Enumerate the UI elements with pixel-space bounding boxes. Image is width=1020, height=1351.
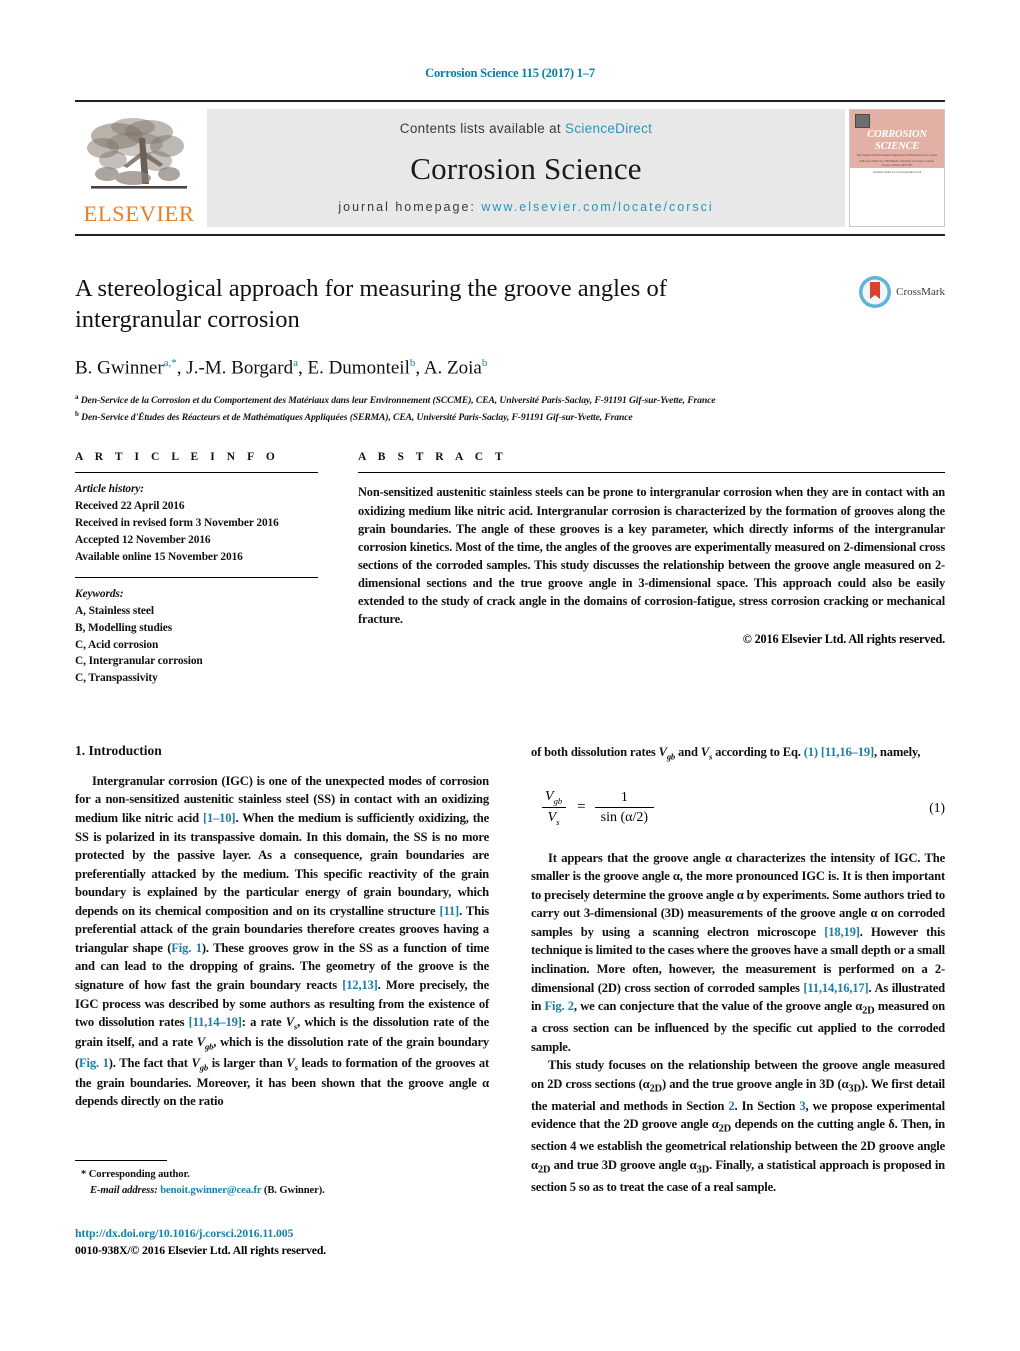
article-history-block: Article history: Received 22 April 2016 … <box>75 481 318 565</box>
cover-chip-icon <box>855 114 870 128</box>
abstract-heading: A B S T R A C T <box>358 451 508 464</box>
journal-cover-thumbnail: CORROSION SCIENCE The Journal on Environ… <box>849 109 945 227</box>
affiliation-b-text: Den-Service d'Études des Réacteurs et de… <box>81 411 633 423</box>
affiliation-a-marker: a <box>75 392 79 401</box>
contents-available-line: Contents lists available at ScienceDirec… <box>400 121 652 136</box>
doi-link[interactable]: http://dx.doi.org/10.1016/j.corsci.2016.… <box>75 1225 505 1242</box>
journal-title: Corrosion Science <box>410 150 642 186</box>
banner-center: Contents lists available at ScienceDirec… <box>207 109 845 227</box>
issn-copyright-line: 0010-938X/© 2016 Elsevier Ltd. All right… <box>75 1242 327 1257</box>
equation-rhs-numerator: 1 <box>620 789 628 805</box>
cover-blurb: The Journal on Environmental Degradation… <box>856 154 938 158</box>
keywords-rule <box>75 577 318 579</box>
author-list: B. Gwinnera,*, J.-M. Borgarda, E. Dumont… <box>75 356 488 379</box>
abstract-column: A B S T R A C T Non-sensitized austeniti… <box>358 451 945 686</box>
keyword-item: C, Acid corrosion <box>75 638 159 651</box>
corresponding-author-line: * Corresponding author. <box>81 1169 190 1180</box>
email-label: E-mail address: <box>90 1184 158 1196</box>
email-link[interactable]: benoit.gwinner@cea.fr <box>160 1185 261 1196</box>
section-heading-introduction: 1. Introduction <box>75 742 162 758</box>
article-info-column: A R T I C L E I N F O Article history: R… <box>75 451 318 686</box>
equation-1-number: (1) <box>929 799 945 815</box>
abstract-copyright: © 2016 Elsevier Ltd. All rights reserved… <box>742 632 945 647</box>
article-info-rule <box>75 472 318 474</box>
history-item: Available online 15 November 2016 <box>75 550 243 563</box>
cover-title-line1: CORROSION <box>867 129 927 140</box>
doi-block: http://dx.doi.org/10.1016/j.corsci.2016.… <box>75 1225 505 1259</box>
contents-prefix: Contents lists available at <box>399 121 561 136</box>
crossmark-label: CrossMark <box>896 286 945 298</box>
cover-editors: Editors-in-Chief: R.C. NEWMAN, Universit… <box>859 160 935 168</box>
intro-paragraph-2: It appears that the groove angle α chara… <box>531 850 945 1054</box>
journal-banner: ELSEVIER Contents lists available at Sci… <box>75 100 945 236</box>
affiliations: a Den-Service de la Corrosion et du Comp… <box>75 393 945 425</box>
corresponding-author-footnote: * Corresponding author. E-mail address: … <box>75 1160 489 1199</box>
intro-paragraph-1: Intergranular corrosion (IGC) is one of … <box>75 773 489 1109</box>
history-item: Accepted 12 November 2016 <box>75 533 211 546</box>
body-columns: 1. Introduction Intergranular corrosion … <box>75 743 945 1197</box>
equation-lhs-fraction: Vgb Vs <box>539 789 568 827</box>
keyword-item: C, Intergranular corrosion <box>75 655 203 668</box>
affiliation-a-text: Den-Service de la Corrosion et du Compor… <box>80 395 716 407</box>
paper-page: Corrosion Science 115 (2017) 1–7 ELSEVIE… <box>0 0 1020 1351</box>
running-head: Corrosion Science 115 (2017) 1–7 <box>425 66 595 80</box>
banner-bottom-rule <box>75 234 945 236</box>
equation-lhs-numerator: Vgb <box>545 789 563 806</box>
intro-paragraph-1-continued: of both dissolution rates Vgb and Vs acc… <box>531 744 921 762</box>
equation-equals-sign: = <box>577 799 586 816</box>
page-title: A stereological approach for measuring t… <box>75 275 667 334</box>
body-left-column: 1. Introduction Intergranular corrosion … <box>75 743 489 1197</box>
cover-title-line2: SCIENCE <box>874 141 920 153</box>
body-right-column: of both dissolution rates Vgb and Vs acc… <box>531 743 945 1197</box>
affiliation-a: a Den-Service de la Corrosion et du Comp… <box>75 393 945 408</box>
journal-homepage-line: journal homepage: www.elsevier.com/locat… <box>338 200 713 214</box>
email-suffix: (B. Gwinner). <box>263 1184 325 1196</box>
intro-paragraph-3: This study focuses on the relationship b… <box>531 1058 945 1194</box>
keywords-block: Keywords: A, Stainless steel B, Modellin… <box>75 586 318 687</box>
crossmark-badge[interactable]: CrossMark <box>858 275 945 309</box>
footnote-rule <box>75 1160 167 1161</box>
affiliation-b: b Den-Service d'Études des Réacteurs et … <box>75 410 945 425</box>
keyword-item: C, Transpassivity <box>75 672 158 685</box>
equation-lhs-denominator: Vs <box>541 806 566 827</box>
info-abstract-row: A R T I C L E I N F O Article history: R… <box>75 451 945 686</box>
article-info-heading: A R T I C L E I N F O <box>75 451 280 464</box>
elsevier-wordmark: ELSEVIER <box>83 200 195 226</box>
equation-rhs-fraction: 1 sin (α/2) <box>594 789 655 826</box>
abstract-text: Non-sensitized austenitic stainless stee… <box>358 485 945 627</box>
article-history-label: Article history: <box>75 483 144 496</box>
elsevier-logo: ELSEVIER <box>75 109 203 227</box>
equation-rhs-denominator: sin (α/2) <box>594 806 655 826</box>
history-item: Received in revised form 3 November 2016 <box>75 516 279 529</box>
homepage-prefix: journal homepage: <box>338 200 476 214</box>
keyword-item: B, Modelling studies <box>75 621 173 634</box>
keywords-label: Keywords: <box>75 588 124 601</box>
cover-footer: Available online at www.sciencedirect.co… <box>872 170 922 174</box>
elsevier-tree-icon <box>87 117 187 189</box>
affiliation-b-marker: b <box>75 409 79 418</box>
email-line: E-mail address: benoit.gwinner@cea.fr (B… <box>75 1183 489 1199</box>
history-item: Received 22 April 2016 <box>75 500 185 513</box>
abstract-rule <box>358 472 945 474</box>
keyword-item: A, Stainless steel <box>75 605 154 618</box>
sciencedirect-link[interactable]: ScienceDirect <box>565 121 652 136</box>
equation-1-math: Vgb Vs = 1 sin (α/2) <box>539 789 655 827</box>
equation-1: Vgb Vs = 1 sin (α/2) (1) <box>531 789 945 827</box>
title-block: A stereological approach for measuring t… <box>75 273 945 424</box>
homepage-url-link[interactable]: www.elsevier.com/locate/corsci <box>481 200 713 214</box>
crossmark-icon <box>859 276 892 308</box>
